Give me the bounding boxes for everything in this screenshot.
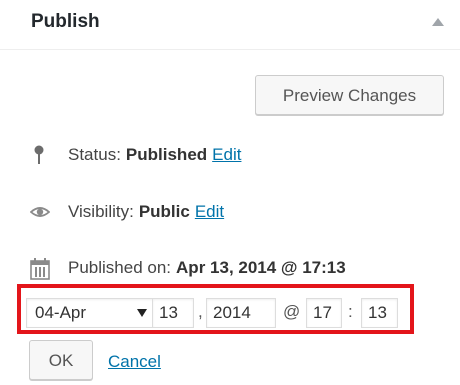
visibility-value: Public (138, 202, 190, 221)
day-input[interactable]: 13 (152, 298, 194, 328)
calendar-icon (30, 258, 50, 280)
published-value: Apr 13, 2014 @ 17:13 (176, 258, 346, 277)
status-row: Status: Published Edit (30, 143, 241, 167)
chevron-down-icon (137, 309, 147, 317)
cancel-link[interactable]: Cancel (108, 352, 161, 372)
status-label: Status: (68, 145, 121, 164)
time-colon: : (348, 302, 353, 321)
minute-input[interactable]: 13 (361, 298, 398, 328)
date-edit-highlight-box: 04-Apr 13 , 2014 @ 17 : 13 (17, 284, 414, 334)
publish-title: Publish (31, 11, 100, 32)
visibility-row: Visibility: Public Edit (30, 200, 224, 224)
eye-icon (30, 202, 50, 222)
preview-changes-button[interactable]: Preview Changes (255, 75, 444, 115)
ok-button[interactable]: OK (29, 340, 93, 380)
visibility-edit-link[interactable]: Edit (195, 202, 224, 222)
hour-input[interactable]: 17 (306, 298, 342, 328)
publish-box-header: Publish (0, 0, 460, 50)
published-label: Published on: (68, 258, 172, 277)
status-edit-link[interactable]: Edit (212, 145, 241, 165)
month-select[interactable]: 04-Apr (26, 298, 160, 328)
date-comma: , (198, 302, 203, 321)
visibility-label: Visibility: (68, 202, 134, 221)
year-input[interactable]: 2014 (206, 298, 276, 328)
published-on-row: Published on: Apr 13, 2014 @ 17:13 (30, 256, 346, 280)
collapse-arrow-icon[interactable] (432, 18, 444, 26)
time-at-sign: @ (283, 302, 301, 321)
pin-icon (30, 145, 48, 165)
status-value: Published (125, 145, 208, 164)
month-select-value: 04-Apr (35, 303, 87, 322)
